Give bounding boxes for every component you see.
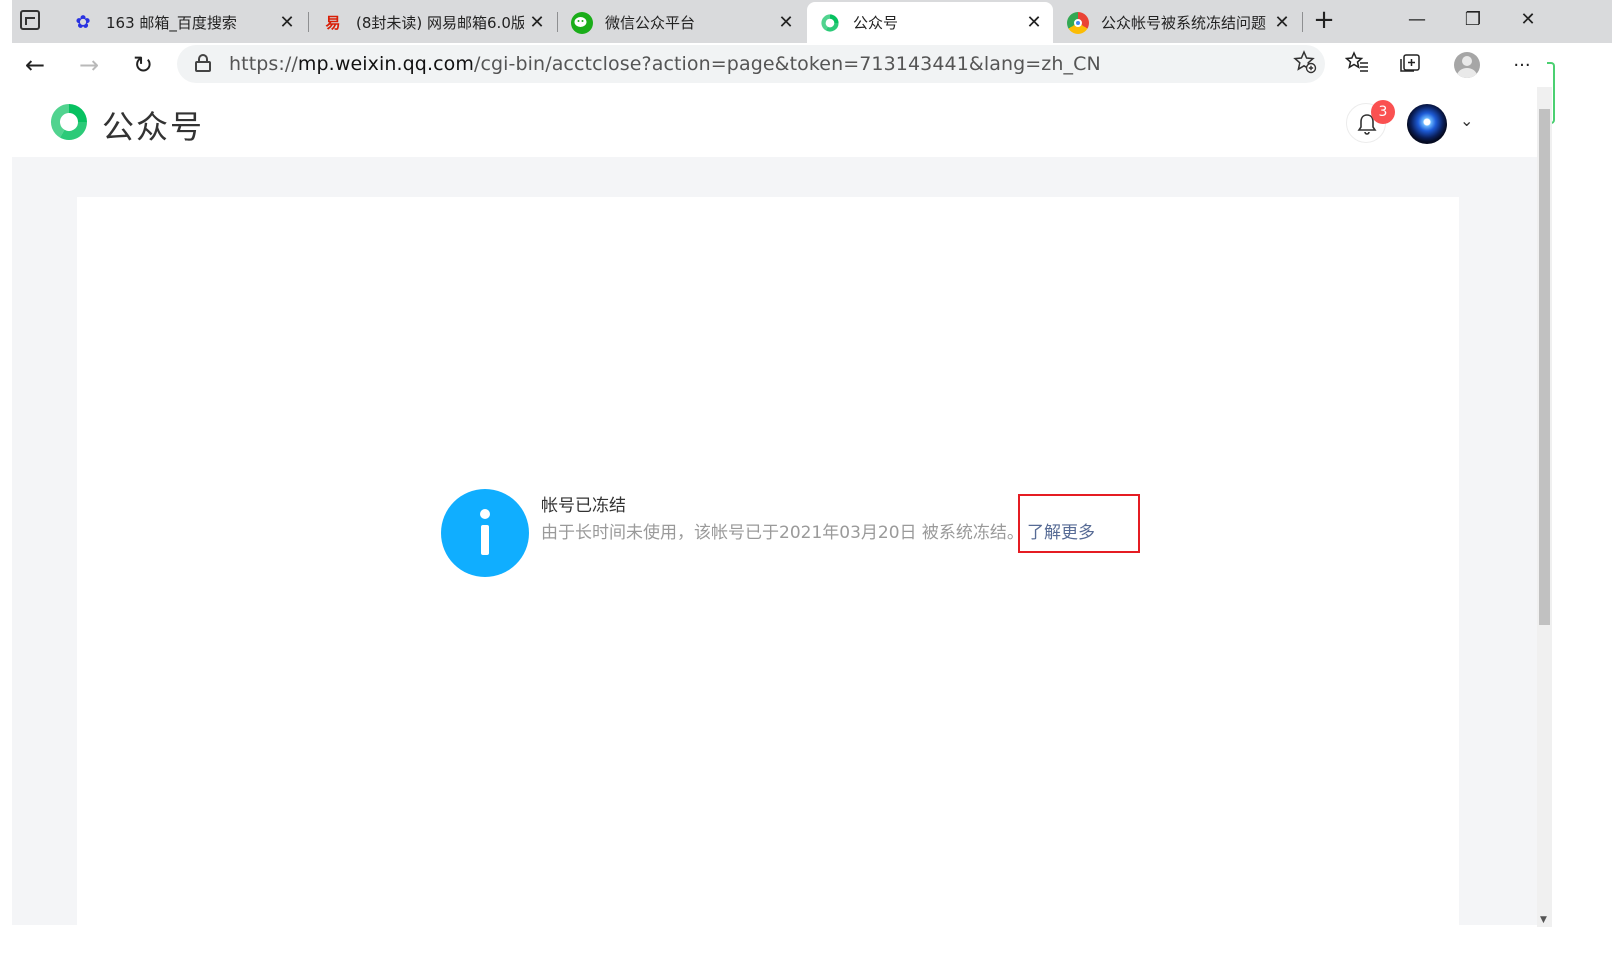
page-viewport: 公众号 3 ⌄ 帐号已冻结 由于长时间未使用，该帐号已于2021年03月20日 …: [12, 87, 1537, 925]
url-host: mp.weixin.qq.com: [297, 53, 474, 75]
brand-name[interactable]: 公众号: [102, 102, 204, 148]
tab-freeze-question[interactable]: 公众帐号被系统冻结问题 ✕: [1055, 2, 1301, 43]
tab-wechat-platform[interactable]: 微信公众平台 ✕: [559, 2, 805, 43]
window-close-button[interactable]: ✕: [1503, 5, 1553, 35]
tab-close-icon[interactable]: ✕: [274, 12, 300, 33]
more-menu-icon[interactable]: ···: [1506, 51, 1538, 81]
tab-separator: [308, 12, 309, 32]
notice-title: 帐号已冻结: [541, 496, 626, 516]
forward-button[interactable]: →: [72, 49, 106, 83]
browser-profile-avatar[interactable]: [1454, 52, 1480, 78]
chevron-down-icon[interactable]: ⌄: [1460, 111, 1473, 130]
url-text[interactable]: https://mp.weixin.qq.com/cgi-bin/acctclo…: [229, 53, 1101, 75]
chrome-icon: [1067, 11, 1089, 34]
scroll-down-arrow-icon[interactable]: ▼: [1540, 915, 1547, 925]
favorites-icon[interactable]: [1341, 51, 1373, 81]
wechat-icon: [571, 11, 593, 34]
restore-button[interactable]: ❐: [1448, 5, 1498, 35]
tab-close-icon[interactable]: ✕: [1269, 12, 1295, 33]
info-icon: [441, 489, 529, 577]
back-button[interactable]: ←: [18, 49, 52, 83]
tab-mp-account[interactable]: 公众号 ✕: [807, 2, 1053, 43]
tab-title: 公众帐号被系统冻结问题: [1101, 14, 1267, 32]
minimize-button[interactable]: —: [1392, 5, 1442, 35]
address-bar[interactable]: https://mp.weixin.qq.com/cgi-bin/acctclo…: [177, 45, 1325, 83]
add-favorite-icon[interactable]: [1293, 50, 1317, 80]
tab-title: (8封未读) 网易邮箱6.0版: [356, 14, 524, 32]
mp-logo-icon: [819, 12, 841, 34]
baidu-paw-icon: ✿: [75, 12, 91, 33]
tab-close-icon[interactable]: ✕: [773, 12, 799, 33]
vertical-scrollbar[interactable]: ▼: [1537, 87, 1552, 927]
account-avatar[interactable]: [1407, 104, 1447, 144]
refresh-button[interactable]: ↻: [126, 49, 160, 83]
tab-netease-mail[interactable]: 易 (8封未读) 网易邮箱6.0版 ✕: [310, 2, 556, 43]
tab-actions-icon[interactable]: [20, 10, 40, 30]
browser-tab-strip: ✿ 163 邮箱_百度搜索 ✕ 易 (8封未读) 网易邮箱6.0版 ✕ 微信公众…: [12, 0, 1612, 43]
lock-icon[interactable]: [195, 54, 211, 72]
url-path: /cgi-bin/acctclose?action=page&token=713…: [473, 53, 1101, 75]
address-toolbar: ← → ↻ https://mp.weixin.qq.com/cgi-bin/a…: [12, 43, 1550, 87]
tab-separator: [1302, 12, 1303, 32]
new-tab-button[interactable]: +: [1309, 6, 1339, 36]
tab-close-icon[interactable]: ✕: [524, 12, 550, 33]
tab-separator: [557, 12, 558, 32]
site-header: 公众号 3 ⌄: [12, 87, 1537, 157]
netease-mail-icon: 易: [325, 14, 341, 32]
tab-title: 163 邮箱_百度搜索: [106, 14, 237, 32]
tab-title: 微信公众平台: [605, 14, 696, 32]
notice-description: 由于长时间未使用，该帐号已于2021年03月20日 被系统冻结。: [541, 523, 1024, 543]
frozen-notice-card: 帐号已冻结 由于长时间未使用，该帐号已于2021年03月20日 被系统冻结。 了…: [77, 197, 1459, 925]
notification-count-badge: 3: [1371, 100, 1395, 124]
annotation-highlight-box: [1018, 494, 1140, 553]
scrollbar-thumb[interactable]: [1539, 109, 1550, 625]
collections-icon[interactable]: [1395, 51, 1427, 81]
mp-logo-icon[interactable]: [48, 101, 90, 143]
tab-title: 公众号: [853, 14, 899, 32]
tab-close-icon[interactable]: ✕: [1021, 12, 1047, 33]
tab-baidu-search[interactable]: ✿ 163 邮箱_百度搜索 ✕: [60, 2, 306, 43]
url-scheme: https://: [229, 53, 298, 75]
